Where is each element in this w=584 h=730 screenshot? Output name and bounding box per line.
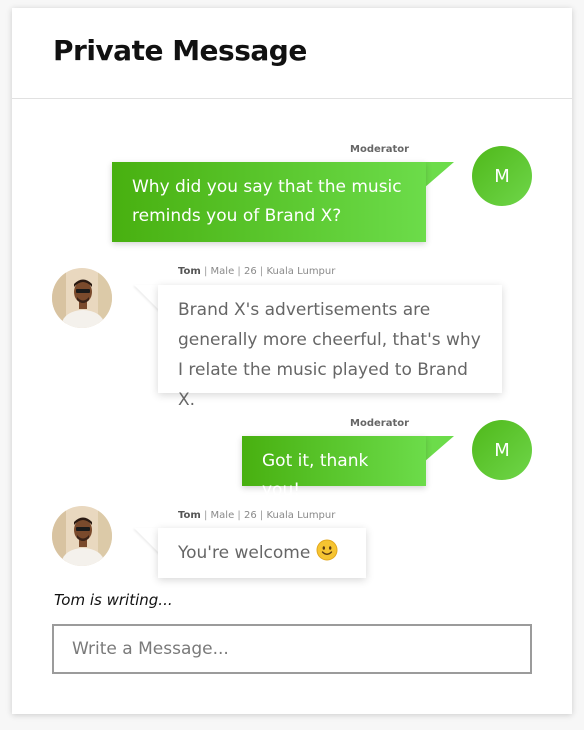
- user-photo-icon: [52, 506, 112, 566]
- panel-header: Private Message: [12, 8, 572, 99]
- user-avatar: [52, 506, 112, 566]
- meta-separator: |: [203, 266, 208, 277]
- meta-separator: |: [259, 510, 264, 521]
- meta-separator: |: [237, 266, 241, 277]
- message-line: Brand X's advertisements are: [178, 300, 431, 320]
- bubble-tail: [134, 528, 160, 554]
- bubble-tail: [424, 436, 454, 462]
- smiling-face-icon: [316, 539, 338, 571]
- sender-label: Moderator: [350, 144, 410, 155]
- message-input[interactable]: [52, 624, 532, 674]
- moderator-message-bubble: Why did you say that the music reminds y…: [112, 162, 426, 242]
- message-line: I relate the music played to Brand X.: [178, 360, 468, 410]
- meta-separator: |: [203, 510, 208, 521]
- moderator-message-bubble: Got it, thank you!: [242, 436, 426, 500]
- sender-location: Kuala Lumpur: [266, 266, 336, 277]
- user-avatar: [52, 268, 112, 328]
- sender-name: Tom: [178, 510, 201, 521]
- bubble-tail: [424, 162, 454, 188]
- message-text: You're welcome: [178, 543, 311, 563]
- message-text: Got it, thank you!: [262, 451, 369, 500]
- message-line: Why did you say that the music: [132, 177, 402, 197]
- avatar-initial: M: [494, 439, 510, 461]
- sender-location: Kuala Lumpur: [266, 510, 336, 521]
- avatar-initial: M: [494, 165, 510, 187]
- sender-label: Moderator: [350, 418, 410, 429]
- sender-age: 26: [243, 266, 257, 277]
- moderator-avatar: M: [472, 420, 532, 480]
- page-title: Private Message: [53, 34, 307, 67]
- private-message-panel: Private Message Moderator Why did you sa…: [12, 8, 572, 714]
- sender-name: Tom: [178, 266, 201, 277]
- sender-meta: Tom | Male | 26 | Kuala Lumpur: [178, 266, 335, 277]
- meta-separator: |: [259, 266, 264, 277]
- meta-separator: |: [237, 510, 241, 521]
- sender-gender: Male: [210, 510, 235, 521]
- bubble-tail: [134, 285, 160, 311]
- message-line: generally more cheerful, that's why: [178, 330, 481, 350]
- sender-meta: Tom | Male | 26 | Kuala Lumpur: [178, 510, 335, 521]
- sender-age: 26: [243, 510, 257, 521]
- user-photo-icon: [52, 268, 112, 328]
- user-message-bubble: You're welcome: [158, 528, 366, 578]
- typing-indicator: Tom is writing...: [54, 591, 173, 609]
- sender-gender: Male: [210, 266, 235, 277]
- user-message-bubble: Brand X's advertisements are generally m…: [158, 285, 502, 410]
- message-line: reminds you of Brand X?: [132, 206, 342, 226]
- moderator-avatar: M: [472, 146, 532, 206]
